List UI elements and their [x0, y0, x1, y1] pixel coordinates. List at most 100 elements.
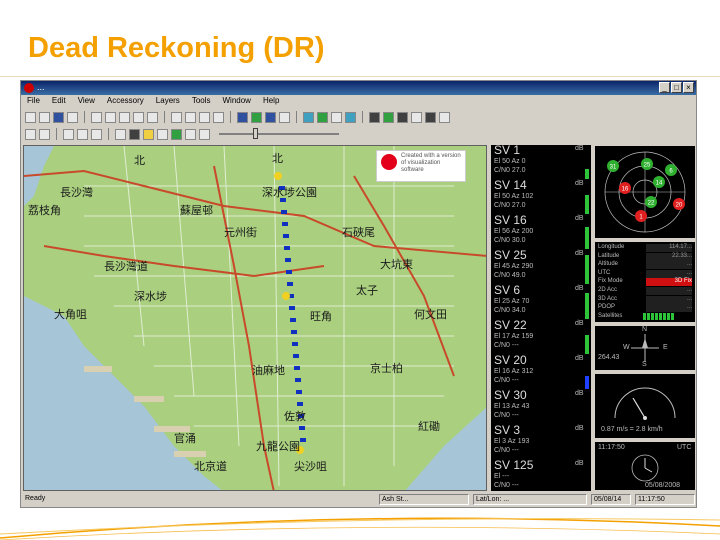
minimize-icon[interactable]: _ — [659, 82, 670, 93]
info-value: 22.33... — [646, 252, 692, 261]
compass-north: N — [642, 326, 648, 333]
menu-item-accessory[interactable]: Accessory — [107, 95, 144, 107]
satellite-entry[interactable]: SV 3 El 3 Az 193 C/N0 --- dB — [491, 423, 591, 461]
new-icon[interactable] — [25, 111, 36, 123]
compass-icon[interactable] — [397, 111, 408, 123]
satellite-dot-label: 25 — [644, 163, 651, 169]
satellite-entry[interactable]: SV 14 El 50 Az 102 C/N0 27.0 dB — [491, 178, 591, 216]
clock-date: 05/08/2008 — [645, 482, 681, 489]
menu-item-file[interactable]: File — [27, 95, 40, 107]
gps-icon[interactable] — [303, 111, 314, 123]
sky-icon[interactable] — [369, 111, 380, 123]
satellite-entry[interactable]: SV 6 El 25 Az 70 C/N0 34.0 dB — [491, 283, 591, 321]
info-value: ... — [646, 287, 692, 295]
playback-slider[interactable] — [219, 128, 339, 139]
grid-icon[interactable] — [265, 111, 276, 123]
waypoint-icon[interactable] — [331, 111, 342, 123]
slider-thumb[interactable] — [253, 128, 258, 139]
info-key: Altitude — [598, 261, 619, 268]
satellite-name: SV 1 — [494, 145, 521, 157]
satellite-elevation: El 3 Az 193 — [494, 438, 530, 445]
satellite-name: SV 125 — [494, 458, 534, 472]
satellite-entry[interactable]: SV 22 El 17 Az 159 C/N0 --- dB — [491, 318, 591, 356]
stop-icon[interactable] — [129, 128, 140, 140]
signal-bar — [585, 293, 589, 319]
signal-unit: dB — [575, 320, 584, 327]
playback-toolbar — [21, 126, 696, 142]
clock-time: 11:17:50 — [598, 444, 625, 451]
satellite-elevation: El 50 Az 0 — [494, 158, 526, 165]
menu-item-tools[interactable]: Tools — [192, 95, 211, 107]
map-label: 北 — [134, 155, 145, 167]
map-label: 深水埗 — [134, 291, 167, 303]
pause-icon[interactable] — [143, 128, 154, 140]
menu-item-layers[interactable]: Layers — [156, 95, 180, 107]
satellite-entry[interactable]: SV 20 El 16 Az 312 C/N0 --- dB — [491, 353, 591, 391]
signal-unit: dB — [575, 355, 584, 362]
satellite-entry[interactable]: SV 1 El 50 Az 0 C/N0 27.0 dB — [491, 145, 591, 181]
fast-forward-icon[interactable] — [185, 128, 196, 140]
route-icon[interactable] — [345, 111, 356, 123]
satellite-entry[interactable]: SV 25 El 45 Az 290 C/N0 49.0 dB — [491, 248, 591, 286]
filter-icon[interactable] — [91, 128, 102, 140]
copy-icon[interactable] — [105, 111, 116, 123]
print-icon[interactable] — [67, 111, 78, 123]
menu-item-view[interactable]: View — [78, 95, 95, 107]
map-label: 佐敦 — [284, 411, 306, 423]
satellite-entry[interactable]: SV 125 El --- C/N0 --- dB — [491, 458, 591, 491]
map-label: 荔枝角 — [28, 205, 61, 217]
map-icon[interactable] — [251, 111, 262, 123]
signal-icon[interactable] — [383, 111, 394, 123]
disconnect-icon[interactable] — [39, 128, 50, 140]
satellite-cn0: C/N0 27.0 — [494, 167, 526, 174]
watermark-text: Created with a version of visualization … — [401, 153, 461, 173]
compass-east: E — [663, 344, 668, 351]
info-key: UTC — [598, 269, 611, 276]
watermark-box: Created with a version of visualization … — [376, 150, 466, 182]
signal-unit: dB — [575, 460, 584, 467]
menu-item-help[interactable]: Help — [263, 95, 279, 107]
track-icon[interactable] — [317, 111, 328, 123]
menu-item-window[interactable]: Window — [223, 95, 251, 107]
info-key: PDOP — [598, 304, 616, 311]
close-icon[interactable]: × — [683, 82, 694, 93]
info-row: PDOP... — [598, 304, 694, 313]
undo-icon[interactable] — [133, 111, 144, 123]
skip-icon[interactable] — [199, 128, 210, 140]
maximize-icon[interactable]: □ — [671, 82, 682, 93]
satellite-dot-label: 14 — [656, 181, 663, 187]
satellite-dot-label: 31 — [610, 165, 617, 171]
record-icon[interactable] — [63, 128, 74, 140]
signal-bar — [585, 334, 589, 354]
measure-icon[interactable] — [279, 111, 290, 123]
play-icon[interactable] — [171, 128, 182, 140]
sky-view-panel: 31 25 6 14 16 22 1 20 — [595, 146, 695, 238]
satellite-name: SV 6 — [494, 283, 521, 297]
layer-icon[interactable] — [237, 111, 248, 123]
speed-icon[interactable] — [411, 111, 422, 123]
info-icon[interactable] — [439, 111, 450, 123]
log-icon[interactable] — [77, 128, 88, 140]
window-titlebar[interactable]: ... _ □ × — [21, 81, 696, 95]
satellite-cn0: C/N0 49.0 — [494, 272, 526, 279]
menu-item-edit[interactable]: Edit — [52, 95, 66, 107]
zoom-out-icon[interactable] — [185, 111, 196, 123]
zoom-in-icon[interactable] — [171, 111, 182, 123]
connect-icon[interactable] — [25, 128, 36, 140]
pan-icon[interactable] — [199, 111, 210, 123]
eject-icon[interactable] — [115, 128, 126, 140]
cut-icon[interactable] — [91, 111, 102, 123]
title-divider — [0, 76, 720, 77]
select-icon[interactable] — [213, 111, 224, 123]
save-icon[interactable] — [53, 111, 64, 123]
redo-icon[interactable] — [147, 111, 158, 123]
satellite-entry[interactable]: SV 16 El 56 Az 200 C/N0 30.0 dB — [491, 213, 591, 251]
clock-icon[interactable] — [425, 111, 436, 123]
map-label: 尖沙咀 — [294, 461, 327, 473]
rewind-icon[interactable] — [157, 128, 168, 140]
signal-bar — [585, 255, 589, 284]
satellite-entry[interactable]: SV 30 El 13 Az 43 C/N0 --- dB — [491, 388, 591, 426]
open-icon[interactable] — [39, 111, 50, 123]
paste-icon[interactable] — [119, 111, 130, 123]
map-view[interactable]: 北 北深水埗公園 長沙灣 蘇屋邨 荔枝角 元州街 石硤尾 大坑東 長沙灣道 深水埗 太子 大角咀 旺角 何… — [23, 145, 487, 491]
